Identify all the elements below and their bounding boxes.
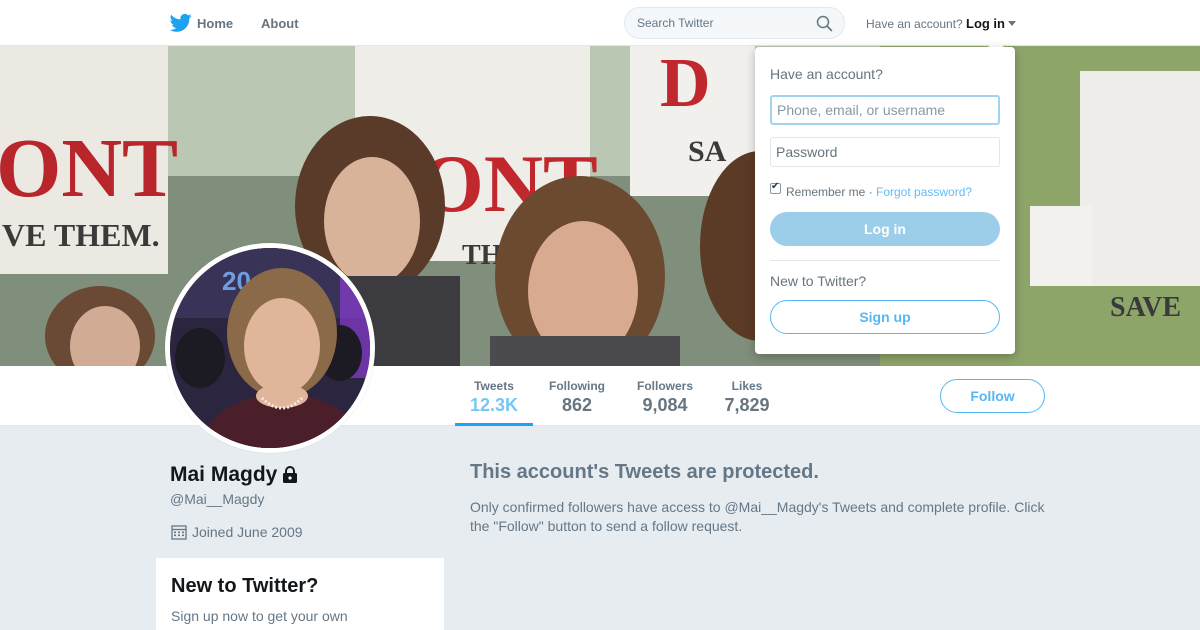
profile-full-name[interactable]: Mai Magdy	[170, 463, 277, 487]
calendar-icon	[171, 525, 187, 540]
stat-value: 862	[561, 395, 593, 415]
login-dropdown-toggle[interactable]: Log in	[966, 16, 1005, 31]
avatar[interactable]: 20	[165, 243, 375, 453]
signup-button[interactable]: Sign up	[770, 300, 1000, 334]
remember-me-label[interactable]: Remember me ·	[786, 185, 873, 199]
stat-value: 12.3K	[469, 395, 519, 415]
profile-screen-name[interactable]: @Mai__Magdy	[170, 491, 264, 507]
joined-date: Joined June 2009	[192, 524, 303, 540]
sign-text: SA	[688, 135, 727, 168]
sign-text: ONT	[0, 122, 178, 215]
divider	[770, 260, 1000, 261]
dropdown-title: Have an account?	[770, 66, 883, 82]
signup-card-title: New to Twitter?	[171, 575, 319, 597]
follow-button[interactable]: Follow	[940, 379, 1045, 413]
protected-title: This account's Tweets are protected.	[470, 461, 819, 483]
stat-label: Tweets	[474, 379, 514, 393]
stat-value: 7,829	[724, 395, 770, 415]
stat-followers[interactable]: Followers 9,084	[632, 366, 698, 426]
nav-home-link[interactable]: Home	[197, 16, 233, 31]
lock-icon	[283, 466, 297, 483]
nav-about-link[interactable]: About	[261, 16, 299, 31]
new-to-twitter-label: New to Twitter?	[770, 273, 867, 289]
search-input[interactable]	[624, 7, 845, 39]
twitter-bird-icon[interactable]	[170, 13, 192, 33]
chevron-down-icon[interactable]	[1008, 21, 1016, 26]
stat-following[interactable]: Following 862	[543, 366, 611, 426]
stat-tweets[interactable]: Tweets 12.3K	[455, 366, 533, 426]
password-field[interactable]	[770, 137, 1000, 167]
top-navigation-bar: Home About Have an account? Log in	[0, 0, 1200, 46]
stat-label: Likes	[731, 379, 763, 393]
protected-message: Only confirmed followers have access to …	[470, 499, 1045, 534]
avatar-image: 20	[170, 248, 370, 448]
stat-label: Followers	[636, 379, 693, 393]
sign-text: D	[660, 46, 711, 122]
remember-me-checkbox[interactable]	[770, 181, 781, 194]
forgot-password-link[interactable]: Forgot password?	[876, 185, 972, 199]
have-account-text: Have an account?	[866, 17, 963, 31]
sign-text: SAVE	[1110, 292, 1181, 323]
username-field[interactable]	[770, 95, 1000, 125]
signup-promo-card: New to Twitter? Sign up now to get your …	[156, 558, 444, 630]
stat-likes[interactable]: Likes 7,829	[720, 366, 774, 426]
login-button[interactable]: Log in	[770, 212, 1000, 246]
login-dropdown: Have an account? Remember me · Forgot pa…	[755, 47, 1015, 354]
stat-value: 9,084	[642, 395, 688, 415]
sign-text: VE THEM.	[2, 217, 160, 253]
stat-label: Following	[549, 379, 605, 393]
signup-card-text: Sign up now to get your own personalized…	[171, 608, 348, 630]
search-icon[interactable]	[816, 15, 833, 32]
